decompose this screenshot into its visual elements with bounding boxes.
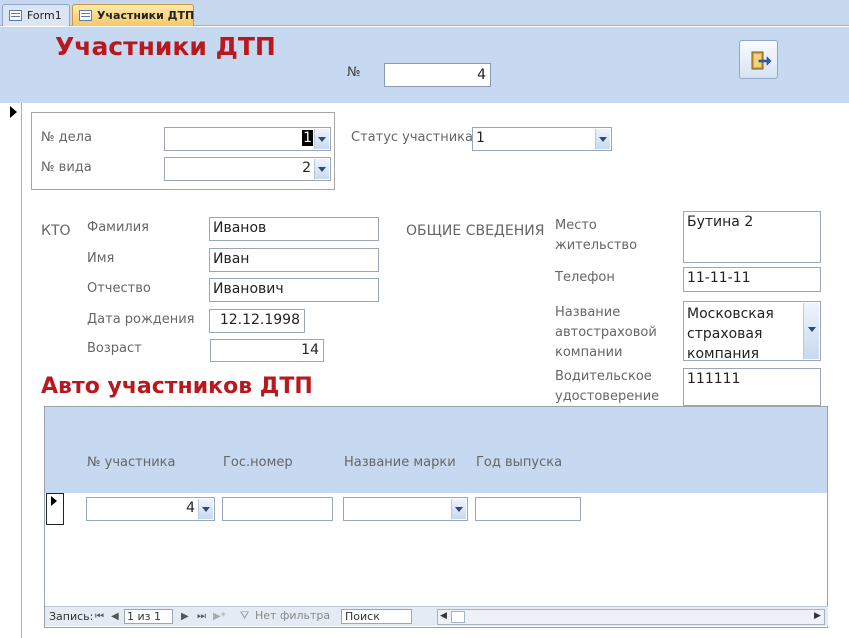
record-navigation-bar: Запись: ⏮ ◀ 1 из 1 ▶ ⏭ ▶* ⛛ Нет фильтра … bbox=[45, 606, 828, 626]
scroll-left-icon[interactable]: ◀ bbox=[440, 611, 447, 621]
insurer-scrollbar[interactable] bbox=[803, 303, 819, 359]
license-label: Водительское удостоверение bbox=[555, 369, 660, 404]
column-header-plate: Гос.номер bbox=[223, 455, 293, 470]
vid-value: 2 bbox=[302, 160, 311, 176]
delo-combo[interactable]: 1 bbox=[164, 127, 331, 151]
search-input[interactable]: Поиск bbox=[341, 609, 412, 624]
insurer-value: Московская страховая компания bbox=[687, 306, 774, 361]
subform-header bbox=[45, 407, 827, 493]
record-position-field[interactable]: 1 из 1 bbox=[124, 609, 173, 624]
record-number-label: № bbox=[347, 65, 361, 80]
vid-label: № вида bbox=[41, 160, 92, 175]
form-icon bbox=[9, 10, 22, 21]
column-header-year: Год выпуска bbox=[476, 455, 563, 470]
next-record-icon[interactable]: ▶ bbox=[181, 611, 189, 622]
name-field[interactable]: Иван bbox=[209, 248, 379, 272]
person-section-label: КТО bbox=[41, 223, 71, 239]
chevron-down-icon[interactable] bbox=[314, 129, 329, 149]
dob-field[interactable]: 12.12.1998 bbox=[209, 309, 305, 333]
funnel-icon: ⛛ bbox=[240, 609, 250, 622]
form-icon bbox=[79, 10, 92, 21]
phone-field[interactable]: 11-11-11 bbox=[683, 267, 821, 292]
filter-indicator[interactable]: ⛛ Нет фильтра bbox=[238, 609, 333, 625]
plate-field[interactable] bbox=[222, 497, 333, 521]
phone-label: Телефон bbox=[555, 270, 615, 285]
vid-combo[interactable]: 2 bbox=[164, 157, 331, 181]
column-header-brand: Название марки bbox=[344, 455, 456, 470]
delo-value: 1 bbox=[302, 130, 313, 146]
horizontal-scrollbar[interactable] bbox=[437, 609, 825, 625]
status-label: Статус участника bbox=[351, 130, 473, 145]
general-section-label: ОБЩИЕ СВЕДЕНИЯ bbox=[406, 223, 545, 239]
first-record-icon[interactable]: ⏮ bbox=[95, 611, 104, 622]
scrollbar-thumb[interactable] bbox=[451, 611, 465, 623]
participant-combo[interactable]: 4 bbox=[86, 497, 215, 521]
chevron-down-icon[interactable] bbox=[314, 159, 329, 179]
subform-record-selector[interactable] bbox=[46, 493, 64, 525]
insurer-label: Название автостраховой компании bbox=[555, 305, 657, 360]
address-label: Место жительство bbox=[555, 218, 638, 253]
record-selector-bar[interactable] bbox=[0, 103, 22, 638]
page-title: Участники ДТП bbox=[55, 32, 276, 61]
column-header-participant: № участника bbox=[87, 455, 176, 470]
age-field[interactable]: 14 bbox=[210, 339, 324, 362]
exit-button[interactable] bbox=[739, 40, 778, 79]
new-record-icon[interactable]: ▶* bbox=[213, 611, 226, 622]
chevron-down-icon[interactable] bbox=[198, 499, 213, 519]
age-label: Возраст bbox=[87, 341, 142, 356]
year-field[interactable] bbox=[475, 497, 581, 521]
status-combo[interactable]: 1 bbox=[472, 127, 612, 151]
name-label: Имя bbox=[87, 251, 115, 266]
subform-title: Авто участников ДТП bbox=[41, 374, 313, 399]
chevron-down-icon[interactable] bbox=[595, 129, 610, 149]
patronymic-field[interactable]: Иванович bbox=[209, 278, 379, 302]
participant-value: 4 bbox=[186, 500, 195, 516]
tab-uchastniki-dtp[interactable]: Участники ДТП bbox=[72, 4, 194, 26]
last-record-icon[interactable]: ⏭ bbox=[197, 611, 206, 622]
dob-label: Дата рождения bbox=[87, 312, 195, 327]
brand-combo[interactable] bbox=[343, 497, 468, 521]
exit-door-icon bbox=[751, 51, 772, 70]
record-number-field[interactable]: 4 bbox=[384, 63, 491, 87]
delo-label: № дела bbox=[41, 130, 92, 145]
current-record-arrow-icon bbox=[10, 106, 17, 118]
chevron-down-icon[interactable] bbox=[451, 499, 466, 519]
patronymic-label: Отчество bbox=[87, 281, 151, 296]
license-field[interactable]: 111111 bbox=[683, 368, 821, 406]
chevron-down-icon bbox=[808, 327, 816, 332]
tab-form1[interactable]: Form1 bbox=[2, 4, 70, 26]
records-label: Запись: bbox=[49, 610, 94, 623]
status-value: 1 bbox=[476, 130, 485, 146]
scroll-right-icon[interactable]: ▶ bbox=[814, 611, 821, 621]
insurer-field[interactable]: Московская страховая компания bbox=[683, 301, 821, 361]
surname-field[interactable]: Иванов bbox=[209, 217, 379, 241]
surname-label: Фамилия bbox=[87, 220, 149, 235]
address-field[interactable]: Бутина 2 bbox=[683, 211, 821, 263]
previous-record-icon[interactable]: ◀ bbox=[111, 611, 119, 622]
